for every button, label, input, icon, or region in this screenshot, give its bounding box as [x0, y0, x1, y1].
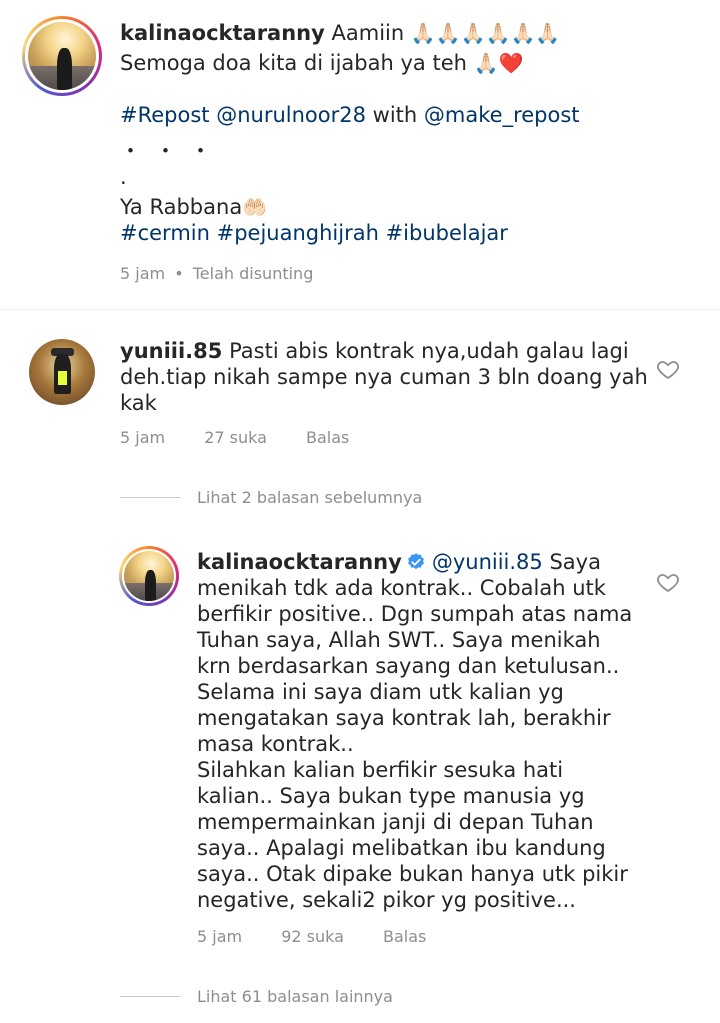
repost-hashtag[interactable]: #Repost [120, 103, 210, 127]
reply-text: mengatakan saya kontrak lah, berakhir [197, 706, 611, 730]
reply-text: krn berdasarkan sayang dan ketulusan.. [197, 654, 620, 678]
heart-icon[interactable] [656, 570, 680, 594]
comment-text: Pasti abis kontrak nya,udah galau lagi [229, 339, 629, 363]
reply-reply-button[interactable]: Balas [383, 927, 426, 946]
reply-text: saya.. Otak dipake bukan hanya utk pikir [197, 862, 628, 886]
view-more-replies[interactable]: Lihat 61 balasan lainnya [197, 987, 393, 1006]
caption-prayer-text: Ya Rabbana [120, 195, 243, 219]
view-previous-line [120, 497, 180, 498]
comment-avatar[interactable] [29, 339, 95, 405]
caption-hashtags[interactable]: #cermin #pejuanghijrah #ibubelajar [120, 220, 710, 246]
repost-app-mention[interactable]: @make_repost [424, 103, 580, 127]
repost-user-mention[interactable]: @nurulnoor28 [216, 103, 366, 127]
caption-username[interactable]: kalinaocktaranny [120, 21, 325, 45]
caption-repost-line: #Repost @nurulnoor28 with @make_repost [120, 102, 710, 128]
comment-likes[interactable]: 27 suka [204, 428, 267, 447]
comment-body: yuniii.85 Pasti abis kontrak nya,udah ga… [120, 338, 650, 416]
caption-avatar[interactable] [22, 16, 102, 96]
caption-dots: ・・・ [120, 139, 225, 163]
reply-text: menikah tdk ada kontrak.. Cobalah utk [197, 576, 606, 600]
repost-with-text: with [372, 103, 418, 127]
reply-text: berfikir positive.. Dgn sumpah atas nama [197, 602, 633, 626]
reply-time: 5 jam [197, 927, 243, 946]
reply-text: Silahkan kalian berfikir sesuka hati [197, 758, 564, 782]
caption-emoji-2: 🙏🏻❤️ [473, 51, 524, 75]
reply-text: saya.. Apalagi melibatkan ibu kandung [197, 836, 606, 860]
caption-period: . [120, 165, 127, 189]
comment-text: kak [120, 391, 157, 415]
reply-meta: 5 jam 92 suka Balas [197, 927, 426, 946]
caption-line-2: Semoga doa kita di ijabah ya teh 🙏🏻❤️ [120, 50, 710, 76]
comment-reply-button[interactable]: Balas [306, 428, 349, 447]
caption-time: 5 jam [120, 264, 166, 283]
reply-text: masa kontrak.. [197, 732, 354, 756]
caption-line-1: kalinaocktaranny Aamiin 🙏🏻🙏🏻🙏🏻🙏🏻🙏🏻🙏🏻 [120, 20, 710, 46]
view-more-line [120, 996, 180, 997]
heart-icon[interactable] [656, 357, 680, 381]
reply-text: kalian.. Saya bukan type manusia yg [197, 784, 585, 808]
caption-separator: • [174, 264, 184, 283]
reply-likes[interactable]: 92 suka [281, 927, 344, 946]
reply-first-line: kalinaocktaranny @yuniii.85 Saya [197, 549, 657, 575]
reply-text: negative, sekali2 pikor yg positive... [197, 888, 576, 912]
caption-text-2: Semoga doa kita di ijabah ya teh [120, 51, 467, 75]
comment-username[interactable]: yuniii.85 [120, 339, 222, 363]
caption-edited-label: Telah disunting [192, 264, 314, 283]
reply-body: kalinaocktaranny @yuniii.85 Saya menikah… [197, 549, 657, 913]
caption-text-1: Aamiin [331, 21, 405, 45]
caption-divider [0, 309, 720, 310]
reply-avatar[interactable] [119, 546, 179, 606]
caption-emoji-1: 🙏🏻🙏🏻🙏🏻🙏🏻🙏🏻🙏🏻 [410, 21, 561, 45]
verified-badge-icon [407, 553, 424, 570]
view-previous-replies[interactable]: Lihat 2 balasan sebelumnya [197, 488, 422, 507]
post-caption: kalinaocktaranny Aamiin 🙏🏻🙏🏻🙏🏻🙏🏻🙏🏻🙏🏻 Sem… [0, 0, 720, 309]
reply-username[interactable]: kalinaocktaranny [197, 550, 402, 574]
reply-text: Saya [549, 550, 601, 574]
comment-time: 5 jam [120, 428, 166, 447]
caption-prayer-line: Ya Rabbana🤲🏻 [120, 194, 710, 220]
comment-text: deh.tiap nikah sampe nya cuman 3 bln doa… [120, 365, 648, 389]
comment-line: yuniii.85 Pasti abis kontrak nya,udah ga… [120, 338, 650, 364]
caption-prayer-emoji: 🤲🏻 [242, 195, 268, 219]
reply-text: Tuhan saya, Allah SWT.. Saya menikah [197, 628, 601, 652]
reply-text: Selama ini saya diam utk kalian yg [197, 680, 564, 704]
caption-meta: 5 jam • Telah disunting [120, 264, 313, 283]
reply-mention[interactable]: @yuniii.85 [432, 550, 543, 574]
reply-text: mempermainkan janji di depan Tuhan [197, 810, 594, 834]
comment-meta: 5 jam 27 suka Balas [120, 428, 349, 447]
